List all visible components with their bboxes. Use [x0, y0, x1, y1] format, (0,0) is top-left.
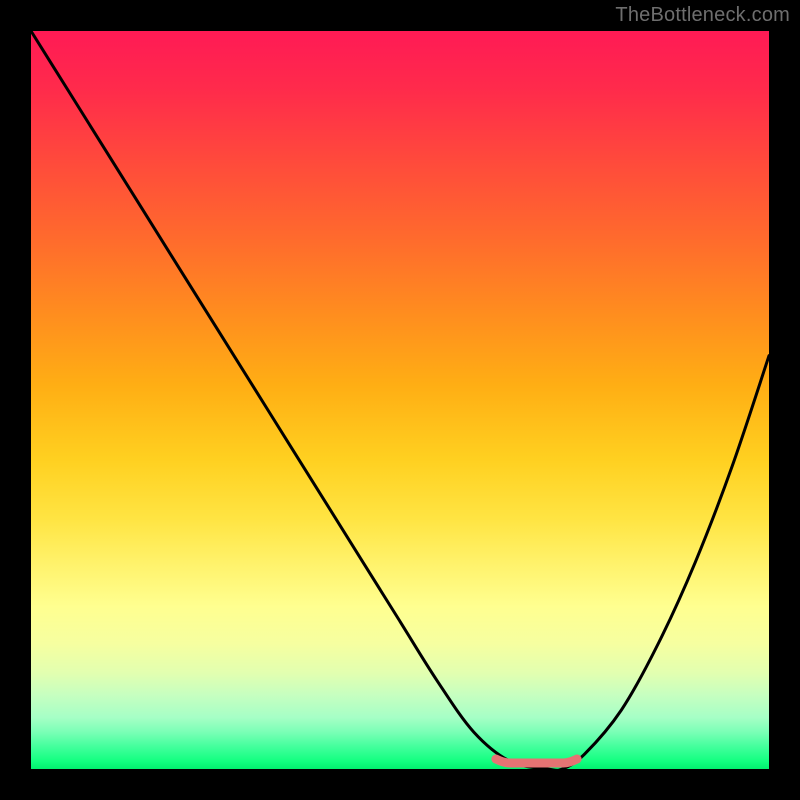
curve-path: [31, 31, 769, 770]
optimal-range-marker: [496, 759, 577, 763]
bottleneck-curve: [31, 31, 769, 770]
chart-frame: TheBottleneck.com: [0, 0, 800, 800]
plot-area: [31, 31, 769, 769]
chart-svg: [31, 31, 769, 769]
watermark-text: TheBottleneck.com: [615, 4, 790, 27]
optimal-range-path: [496, 759, 577, 763]
